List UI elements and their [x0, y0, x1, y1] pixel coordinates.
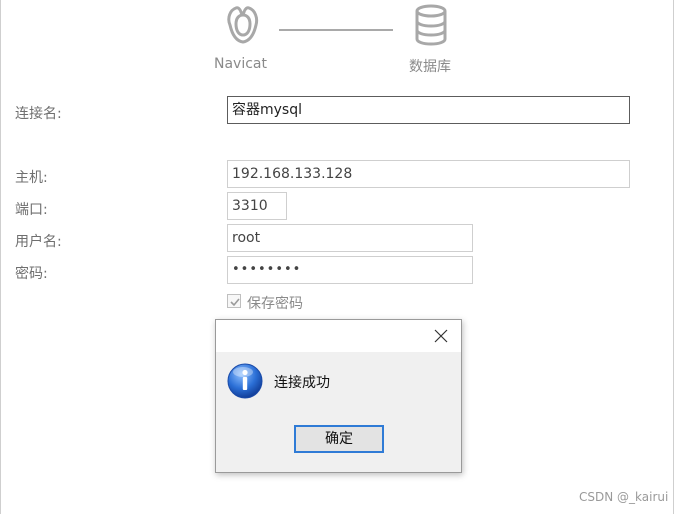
save-password-label: 保存密码: [247, 296, 303, 312]
csdn-watermark: CSDN @_kairui: [579, 490, 669, 504]
password-label: 密码:: [15, 266, 48, 282]
port-input[interactable]: 3310: [227, 192, 287, 220]
connection-success-dialog: 连接成功 确定: [215, 319, 462, 473]
host-label: 主机:: [15, 170, 48, 186]
dialog-message: 连接成功: [274, 375, 330, 391]
window-right-border: [673, 0, 674, 514]
window-left-border: [0, 0, 1, 514]
ok-button[interactable]: 确定: [294, 425, 384, 453]
host-input[interactable]: 192.168.133.128: [227, 160, 630, 188]
save-password-checkbox[interactable]: [227, 294, 241, 308]
password-input[interactable]: ••••••••: [227, 256, 473, 284]
close-icon[interactable]: [429, 326, 453, 346]
username-label: 用户名:: [15, 234, 62, 250]
flow-step-navicat-label: Navicat: [214, 56, 267, 72]
connection-name-label: 连接名:: [15, 106, 62, 122]
info-icon: [226, 362, 264, 400]
navicat-logo-icon: [219, 3, 267, 47]
username-input[interactable]: root: [227, 224, 473, 252]
database-icon: [413, 4, 449, 46]
flow-step-database-label: 数据库: [409, 59, 451, 75]
flow-connector-line: [279, 29, 393, 31]
dialog-titlebar: [216, 320, 461, 352]
port-label: 端口:: [15, 202, 48, 218]
connection-name-input[interactable]: 容器mysql: [227, 96, 630, 124]
